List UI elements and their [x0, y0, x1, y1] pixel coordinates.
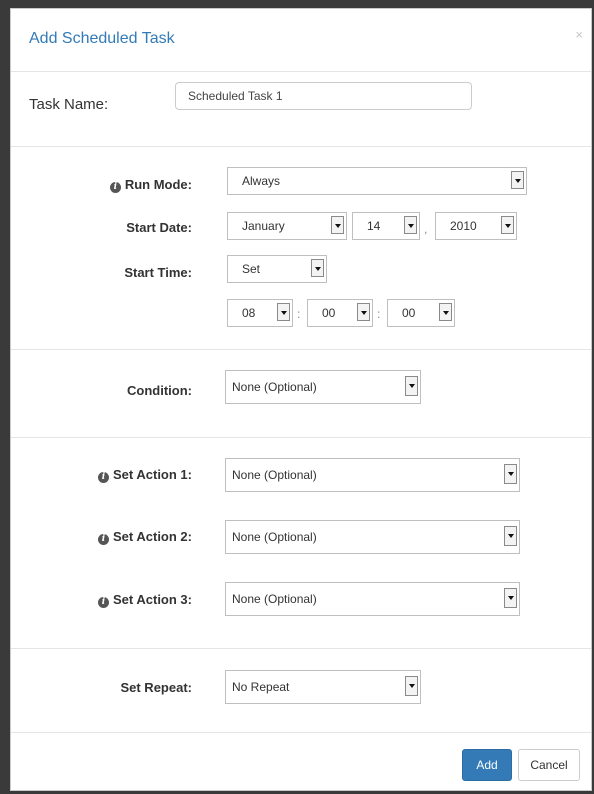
time-colon: : — [297, 307, 301, 321]
hour-value: 08 — [242, 306, 256, 320]
chevron-down-icon — [277, 303, 290, 321]
start-time-mode-value: Set — [242, 262, 261, 276]
chevron-down-icon — [504, 464, 517, 484]
info-circle-icon: i — [98, 534, 110, 545]
set-repeat-select[interactable]: No Repeat — [225, 670, 421, 704]
set-action-3-label: i Set Action 3: — [98, 592, 192, 608]
set-action-1-select[interactable]: None (Optional) — [225, 458, 520, 492]
start-month-value: January — [242, 219, 285, 233]
run-mode-value: Always — [242, 174, 281, 188]
start-year-select[interactable]: 2010 — [435, 212, 517, 240]
date-comma: , — [424, 222, 428, 236]
run-mode-label-text: Run Mode: — [124, 177, 192, 192]
task-name-label: Task Name: — [29, 96, 109, 113]
start-time-label: Start Time: — [124, 265, 192, 280]
add-button[interactable]: Add — [462, 749, 512, 781]
divider — [11, 146, 591, 147]
set-action-3-value: None (Optional) — [232, 592, 317, 606]
chevron-down-icon — [311, 259, 324, 277]
chevron-down-icon — [405, 376, 418, 396]
set-action-1-label: i Set Action 1: — [98, 467, 192, 483]
set-action-1-value: None (Optional) — [232, 468, 317, 482]
chevron-down-icon — [404, 216, 417, 234]
divider — [11, 437, 591, 438]
chevron-down-icon — [357, 303, 370, 321]
set-action-2-value: None (Optional) — [232, 530, 317, 544]
close-icon[interactable]: × — [575, 28, 583, 41]
second-value: 00 — [402, 306, 416, 320]
set-repeat-label: Set Repeat: — [120, 680, 192, 695]
info-circle-icon: i — [98, 472, 110, 483]
chevron-down-icon — [504, 526, 517, 546]
minute-value: 00 — [322, 306, 336, 320]
chevron-down-icon — [405, 676, 418, 696]
add-scheduled-task-dialog: Add Scheduled Task × Task Name: Schedule… — [10, 8, 592, 791]
divider — [11, 349, 591, 350]
info-circle-icon: i — [98, 597, 110, 608]
run-mode-select[interactable]: Always — [227, 167, 527, 195]
info-circle-icon: i — [109, 182, 121, 193]
condition-select[interactable]: None (Optional) — [225, 370, 421, 404]
start-date-label: Start Date: — [126, 220, 192, 235]
chevron-down-icon — [511, 171, 524, 189]
minute-select[interactable]: 00 — [307, 299, 373, 327]
set-action-2-label-text: Set Action 2: — [113, 529, 192, 544]
condition-value: None (Optional) — [232, 380, 317, 394]
time-colon: : — [377, 307, 381, 321]
set-action-2-label: i Set Action 2: — [98, 529, 192, 545]
set-action-1-label-text: Set Action 1: — [113, 467, 192, 482]
condition-label: Condition: — [127, 383, 192, 398]
set-action-3-label-text: Set Action 3: — [113, 592, 192, 607]
divider — [11, 648, 591, 649]
chevron-down-icon — [331, 216, 344, 234]
modal-title: Add Scheduled Task — [29, 30, 175, 47]
task-name-input[interactable]: Scheduled Task 1 — [175, 82, 472, 110]
second-select[interactable]: 00 — [387, 299, 455, 327]
set-action-3-select[interactable]: None (Optional) — [225, 582, 520, 616]
chevron-down-icon — [501, 216, 514, 234]
set-action-2-select[interactable]: None (Optional) — [225, 520, 520, 554]
chevron-down-icon — [504, 588, 517, 608]
start-time-mode-select[interactable]: Set — [227, 255, 327, 283]
start-day-select[interactable]: 14 — [352, 212, 420, 240]
hour-select[interactable]: 08 — [227, 299, 293, 327]
modal-footer-divider — [11, 732, 591, 733]
chevron-down-icon — [439, 303, 452, 321]
start-year-value: 2010 — [450, 219, 477, 233]
set-repeat-value: No Repeat — [232, 680, 290, 694]
run-mode-label: i Run Mode: — [109, 177, 192, 193]
cancel-button[interactable]: Cancel — [518, 749, 580, 781]
modal-header: Add Scheduled Task × — [11, 9, 591, 72]
start-month-select[interactable]: January — [227, 212, 347, 240]
start-day-value: 14 — [367, 219, 381, 233]
